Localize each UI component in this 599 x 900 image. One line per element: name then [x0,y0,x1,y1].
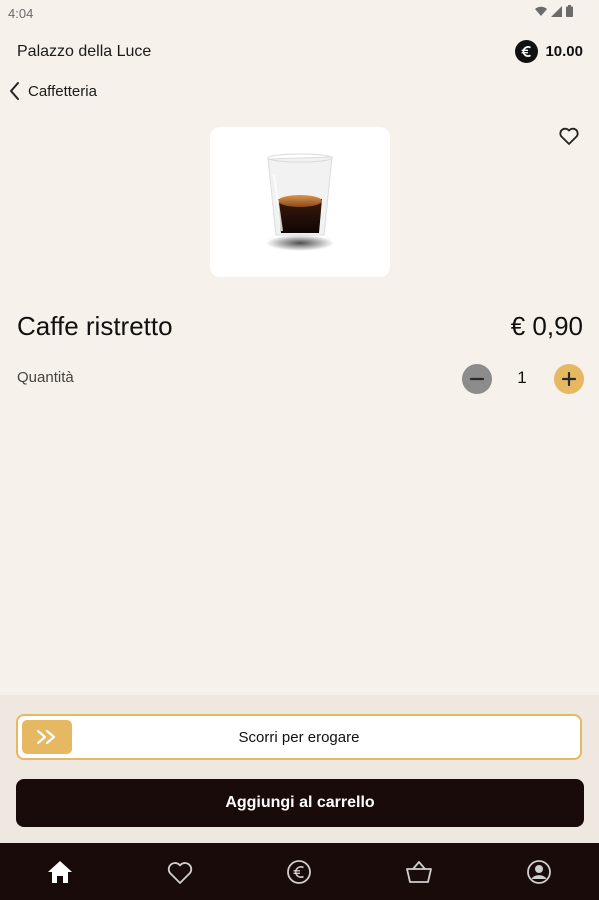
heart-icon [559,127,579,145]
wallet-balance[interactable]: 10.00 [515,40,583,63]
heart-icon [167,861,192,884]
euro-icon [515,40,539,63]
status-time: 4:04 [8,6,34,21]
add-to-cart-button[interactable]: Aggiungi al carrello [16,779,584,827]
wallet-amount: 10.00 [545,43,583,60]
product-name: Caffe ristretto [17,311,173,341]
chevron-left-icon [10,82,19,100]
minus-icon [469,377,485,381]
nav-wallet[interactable] [269,852,329,892]
quantity-value: 1 [517,368,527,387]
euro-icon [287,859,312,884]
home-icon [47,860,72,883]
nav-cart[interactable] [389,852,449,892]
nav-profile[interactable] [509,852,569,892]
slide-to-dispense[interactable]: Scorri per erogare [16,714,582,760]
back-label: Caffetteria [28,82,97,100]
slide-label: Scorri per erogare [238,729,360,746]
espresso-cup-icon [266,153,334,251]
basket-icon [406,860,433,883]
product-price: € 0,90 [510,311,583,341]
increase-quantity-button[interactable] [554,364,584,394]
nav-favorites[interactable] [150,852,210,892]
slider-handle[interactable] [22,720,72,754]
status-icons [535,5,573,17]
decrease-quantity-button[interactable] [462,364,492,394]
battery-icon [566,5,573,17]
bottom-nav [0,843,599,900]
favorite-button[interactable] [557,124,581,148]
back-button[interactable]: Caffetteria [8,81,97,101]
venue-name: Palazzo della Luce [17,43,152,60]
nav-home[interactable] [30,852,90,892]
product-image [210,127,390,277]
wifi-icon [535,6,547,16]
quantity-label: Quantità [17,369,74,386]
plus-icon [561,371,577,387]
status-bar: 4:04 [0,0,599,26]
profile-icon [527,859,551,884]
signal-icon [551,5,562,17]
double-chevron-right-icon [36,729,56,745]
